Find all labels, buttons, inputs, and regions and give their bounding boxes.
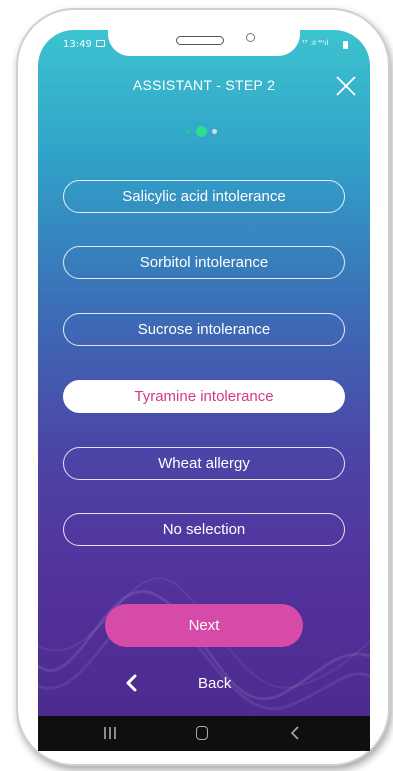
option-wheat-allergy[interactable]: Wheat allergy: [63, 447, 345, 480]
image-notification-icon: [96, 40, 105, 47]
option-sucrose-intolerance[interactable]: Sucrose intolerance: [63, 313, 345, 346]
system-navigation-bar: [38, 716, 370, 751]
camera-notch: [108, 30, 300, 56]
recent-apps-icon[interactable]: [103, 727, 117, 739]
next-button[interactable]: Next: [105, 604, 303, 647]
back-button[interactable]: Back: [198, 675, 231, 692]
option-no-selection[interactable]: No selection: [63, 513, 345, 546]
system-back-icon[interactable]: [290, 726, 300, 740]
signal-icons: ¹⁵ .ıl ⁴ᴳıl: [302, 39, 329, 47]
option-sorbitol-intolerance[interactable]: Sorbitol intolerance: [63, 246, 345, 279]
step-dot-2-active: [196, 126, 207, 137]
speaker-icon: [176, 36, 224, 45]
step-dot-3: [212, 129, 217, 134]
app-screen: 13:49 ¹⁵ .ıl ⁴ᴳıl ASSISTANT - STEP 2 Sal…: [38, 30, 370, 751]
camera-icon: [246, 33, 255, 42]
home-icon[interactable]: [196, 726, 208, 740]
option-tyramine-intolerance[interactable]: Tyramine intolerance: [63, 380, 345, 413]
step-dot-1: [186, 129, 191, 134]
close-icon[interactable]: [334, 74, 358, 98]
status-time: 13:49: [63, 39, 92, 50]
page-title: ASSISTANT - STEP 2: [132, 77, 276, 93]
chevron-left-icon[interactable]: [124, 674, 138, 692]
step-indicator: [184, 126, 224, 138]
option-salicylic-acid-intolerance[interactable]: Salicylic acid intolerance: [63, 180, 345, 213]
battery-icon: [343, 41, 348, 49]
